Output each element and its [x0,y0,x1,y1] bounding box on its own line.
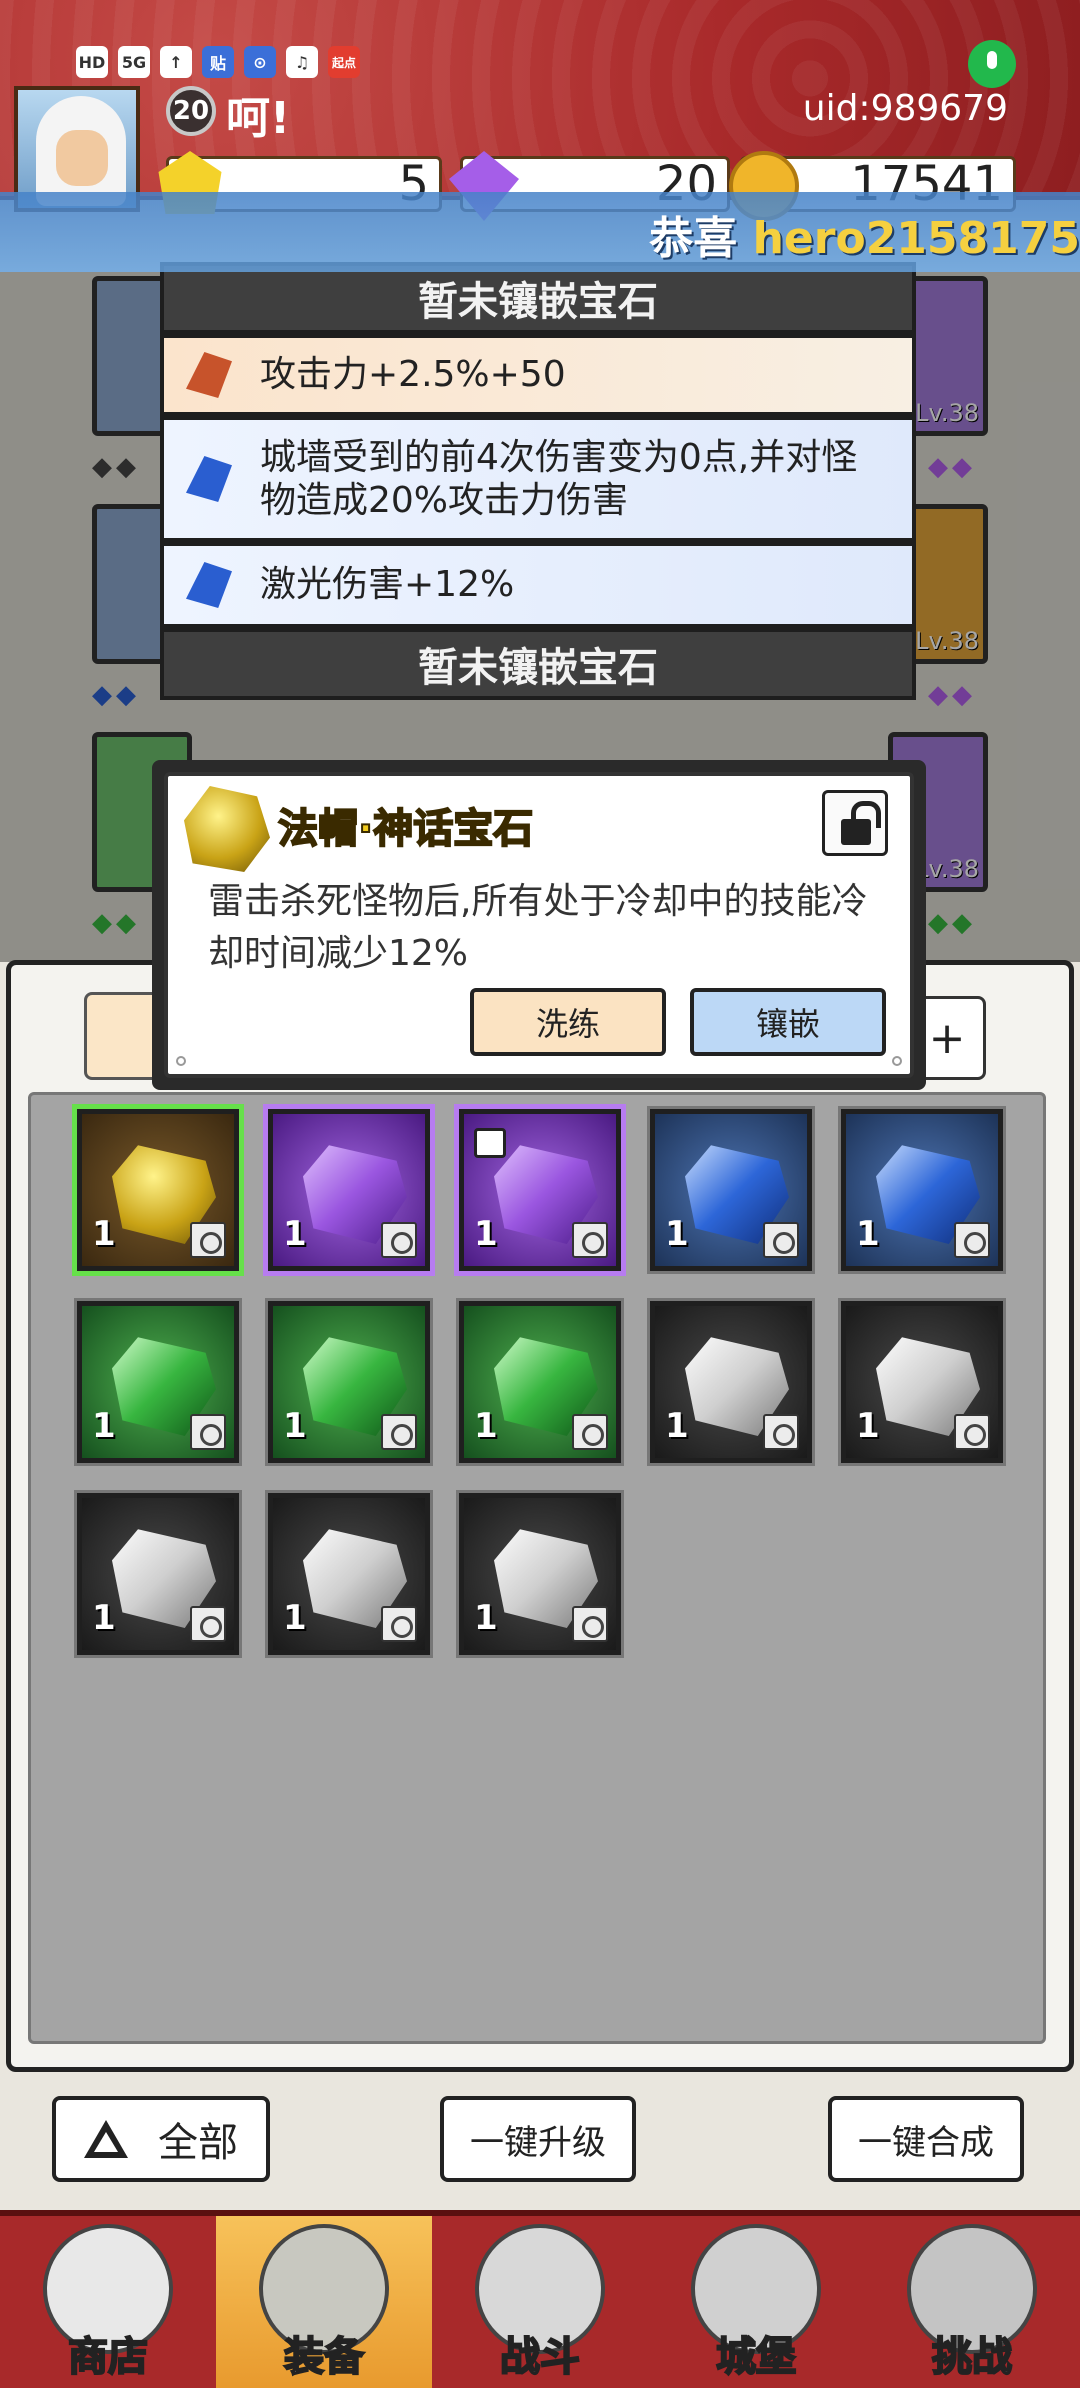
weapon-slot-icon [763,1222,799,1258]
gem-tile[interactable]: 1 [459,1493,621,1655]
filter-all-button[interactable]: 全部 [52,2096,270,2182]
gem-count: 1 [283,1406,307,1446]
gem-count: 1 [283,1598,307,1638]
gem-tile[interactable]: 1 [459,1301,621,1463]
hat-slot-icon [190,1222,226,1258]
gem-slot-text: 激光伤害+12% [260,564,515,606]
gem-tile[interactable]: 1 [650,1301,812,1463]
microphone-icon[interactable] [968,40,1016,88]
gem-slot-filled[interactable]: 激光伤害+12% [160,542,916,628]
armor-slot-icon [572,1222,608,1258]
boots-slot-icon [190,1606,226,1642]
merge-all-button[interactable]: 一键合成 [828,2096,1024,2182]
hd-icon: HD [76,46,108,78]
nav-equipment[interactable]: 装备 [216,2216,432,2388]
triangle-filter-icon [84,2120,128,2158]
announcement-banner: 恭喜 hero2158175 [0,192,1080,272]
upgrade-all-button[interactable]: 一键升级 [440,2096,636,2182]
armor-slot-icon [572,1606,608,1642]
gloves-slot-icon [954,1414,990,1450]
gem-tile[interactable]: 1 [268,1109,430,1271]
gem-count: 1 [474,1598,498,1638]
gem-slot-empty[interactable]: 暂未镶嵌宝石 [160,628,916,700]
gem-title: 法帽·神话宝石 [277,805,534,853]
gem-tile[interactable]: 1 [77,1301,239,1463]
popup-corner-deco [176,1056,186,1066]
gem-slot-filled[interactable]: 城墙受到的前4次伤害变为0点,并对怪物造成20%攻击力伤害 [160,416,916,542]
nav-label: 城堡 [715,2333,797,2381]
gem-count: 1 [856,1406,880,1446]
gem-detail-card: 法帽·神话宝石 雷击杀死怪物后,所有处于冷却中的技能冷却时间减少12% 洗练 镶… [164,772,914,1078]
upload-icon: ↑ [160,46,192,78]
gem-tile[interactable]: 1 [841,1109,1003,1271]
blue-gem-icon [186,562,232,608]
gem-count: 1 [856,1214,880,1254]
qq-icon: ♫ [286,46,318,78]
blue-gem-icon [186,456,232,502]
banner-prefix: 恭喜 [649,213,753,264]
hat-slot-icon [381,1222,417,1258]
gem-tile[interactable]: 1 [77,1109,239,1271]
hat-slot-icon [763,1414,799,1450]
signal-icon: 5G [118,46,150,78]
gem-detail-popup: 法帽·神话宝石 雷击杀死怪物后,所有处于冷却中的技能冷却时间减少12% 洗练 镶… [152,760,926,1090]
gem-tile[interactable]: 1 [459,1109,621,1271]
gem-slot-empty[interactable]: 暂未镶嵌宝石 [160,262,916,334]
inventory-grid: 1 1 1 1 1 1 1 1 1 1 1 1 1 [28,1092,1046,2044]
banner-player: hero2158175 [752,213,1080,264]
bottom-navigation: 商店 装备 战斗 城堡 挑战 [0,2210,1080,2388]
player-level-badge: 20 [166,86,216,136]
gem-tile[interactable]: 1 [650,1109,812,1271]
gem-slot-list: 暂未镶嵌宝石 攻击力+2.5%+50 城墙受到的前4次伤害变为0点,并对怪物造成… [160,262,916,700]
inlay-button[interactable]: 镶嵌 [690,988,886,1056]
gem-tile[interactable]: 1 [268,1301,430,1463]
gem-slot-filled[interactable]: 攻击力+2.5%+50 [160,334,916,416]
gem-tile[interactable]: 1 [841,1301,1003,1463]
banner-text: 恭喜 hero2158175 [649,202,1080,266]
hat-slot-icon [190,1414,226,1450]
refine-button[interactable]: 洗练 [470,988,666,1056]
nav-label: 战斗 [499,2333,581,2381]
nav-castle[interactable]: 城堡 [648,2216,864,2388]
armor-slot-icon [954,1222,990,1258]
boots-slot-icon [381,1414,417,1450]
player-uid: uid:989679 [802,88,1008,129]
popup-corner-deco [892,1056,902,1066]
gem-count: 1 [665,1406,689,1446]
weapon-slot-icon [572,1414,608,1450]
gem-tile[interactable]: 1 [77,1493,239,1655]
unlock-icon[interactable] [822,790,888,856]
gem-count: 1 [92,1406,116,1446]
lock-icon [474,1128,506,1158]
tieba-icon: 贴 [202,46,234,78]
gem-slot-text: 城墙受到的前4次伤害变为0点,并对怪物造成20%攻击力伤害 [260,436,858,521]
nav-label: 商店 [67,2333,149,2381]
gem-count: 1 [474,1406,498,1446]
orange-gem-icon [186,352,232,398]
weapon-slot-icon [381,1606,417,1642]
nav-label: 挑战 [931,2333,1013,2381]
status-bar: HD 5G ↑ 贴 ⊙ ♫ 起点 [76,46,360,78]
gem-description: 雷击杀死怪物后,所有处于冷却中的技能冷却时间减少12% [208,881,868,974]
filter-all-label: 全部 [158,2120,238,2166]
player-name: 呵! [226,93,291,144]
gem-count: 1 [283,1214,307,1254]
gem-slot-text: 攻击力+2.5%+50 [260,354,566,396]
avatar-face [56,130,108,186]
gem-count: 1 [474,1214,498,1254]
gem-count: 1 [92,1214,116,1254]
browser-icon: ⊙ [244,46,276,78]
gem-tile[interactable]: 1 [268,1493,430,1655]
gem-count: 1 [665,1214,689,1254]
nav-battle[interactable]: 战斗 [432,2216,648,2388]
mythic-gem-icon [184,786,270,872]
nav-label: 装备 [283,2333,365,2381]
nav-challenge[interactable]: 挑战 [864,2216,1080,2388]
nav-shop[interactable]: 商店 [0,2216,216,2388]
gem-count: 1 [92,1598,116,1638]
qidian-icon: 起点 [328,46,360,78]
